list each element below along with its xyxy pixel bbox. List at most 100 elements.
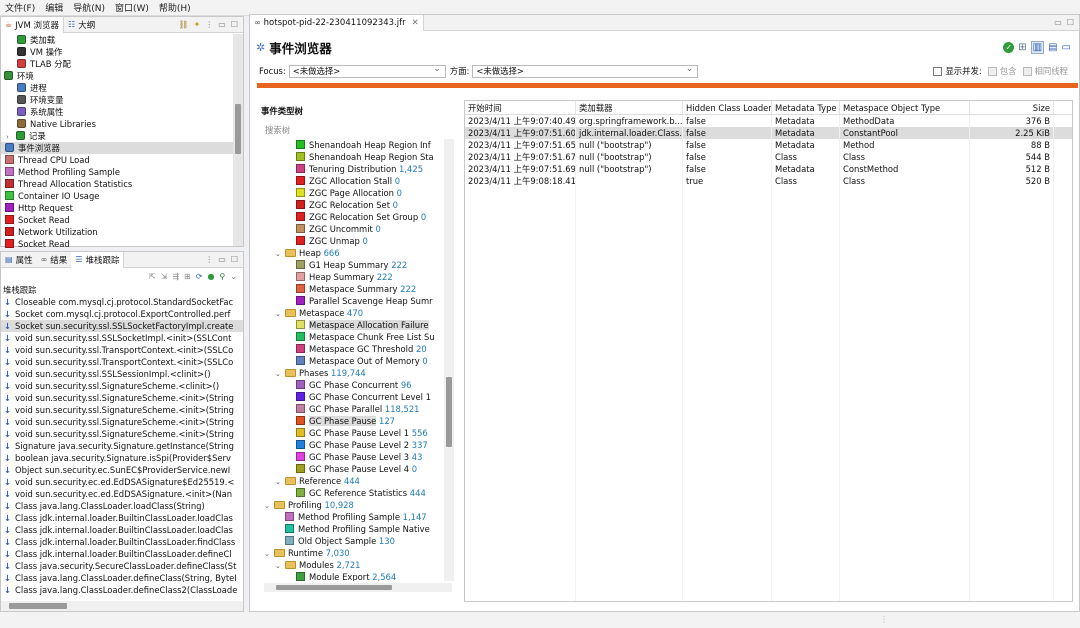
tab-jfr-file[interactable]: ∞ hotspot-pid-22-230411092343.jfr ✕: [250, 14, 424, 31]
stack-frame[interactable]: ↓ boolean java.security.Signature.isSpi(P…: [1, 452, 243, 464]
stack-frame[interactable]: ↓ void sun.security.ssl.SSLSocketImpl.<in…: [1, 332, 243, 344]
maximize-icon[interactable]: ☐: [231, 255, 238, 264]
stack-frame[interactable]: ↓ void sun.security.ssl.SignatureScheme.<…: [1, 416, 243, 428]
tree-event-type[interactable]: ZGC Relocation Set Group 0: [264, 211, 452, 223]
tree-search-input[interactable]: 搜索树: [265, 124, 450, 136]
stack-frame[interactable]: ↓ Class jdk.internal.loader.BuiltinClassL…: [1, 524, 243, 536]
table-row[interactable]: 2023/4/11 上午9:07:51.653 null ("bootstrap"…: [465, 139, 1072, 151]
jvm-tree-item[interactable]: Http Request: [1, 202, 243, 214]
tree-event-type[interactable]: GC Phase Pause Level 4 0: [264, 463, 452, 475]
jvm-tree-item[interactable]: Network Utilization: [1, 226, 243, 238]
stack-frame[interactable]: ↓ void sun.security.ssl.SignatureScheme.<…: [1, 428, 243, 440]
refresh-icon[interactable]: ⟳: [196, 272, 203, 281]
stack-frame[interactable]: ↓ void sun.security.ec.ed.EdDSASignature.…: [1, 488, 243, 500]
stack-frame[interactable]: ↓ Class jdk.internal.loader.BuiltinClassL…: [1, 548, 243, 560]
tree-event-type[interactable]: Shenandoah Heap Region Inf: [264, 139, 452, 151]
jvm-browser-scrollbar[interactable]: [233, 34, 243, 246]
stack-frame[interactable]: ↓ Class jdk.internal.loader.BuiltinClassL…: [1, 512, 243, 524]
stack-frame[interactable]: ↓ void sun.security.ssl.SignatureScheme.<…: [1, 380, 243, 392]
tree-event-type[interactable]: ZGC Page Allocation 0: [264, 187, 452, 199]
tree-event-type[interactable]: Method Profiling Sample 1,147: [264, 511, 452, 523]
tree-folder[interactable]: ⌄ Heap 666: [264, 247, 452, 259]
event-tree-hscroll-thumb[interactable]: [276, 585, 392, 590]
menu-item[interactable]: 窗口(W): [110, 1, 154, 14]
table-row[interactable]: 2023/4/11 上午9:07:51.603 jdk.internal.load…: [465, 127, 1072, 139]
tree-folder[interactable]: ⌄ Phases 119,744: [264, 367, 452, 379]
tree-event-type[interactable]: Shenandoah Heap Region Sta: [264, 151, 452, 163]
jvm-tree-item[interactable]: Socket Read: [1, 214, 243, 226]
menu-item[interactable]: 导航(N): [68, 1, 110, 14]
column-header[interactable]: 开始时间: [465, 101, 576, 114]
stack-frame[interactable]: ↓ Closeable com.mysql.cj.protocol.Standar…: [1, 296, 243, 308]
stack-frame[interactable]: ↓ void sun.security.ssl.SignatureScheme.<…: [1, 404, 243, 416]
tree-event-type[interactable]: Old Object Sample 130: [264, 535, 452, 547]
table-row[interactable]: 2023/4/11 上午9:08:18.415 true Class Class 520…: [465, 175, 1072, 187]
stack-frame[interactable]: ↓ Signature java.security.Signature.getIn…: [1, 440, 243, 452]
jvm-tree-item[interactable]: Socket Read: [1, 238, 243, 250]
check-circle-icon[interactable]: ✓: [1003, 41, 1015, 53]
tree-event-type[interactable]: GC Phase Pause Level 3 43: [264, 451, 452, 463]
jvm-tree-item[interactable]: TLAB 分配: [1, 58, 243, 70]
stack-frame[interactable]: ↓ Class java.lang.ClassLoader.loadClass(S…: [1, 500, 243, 512]
table-icon[interactable]: ▭: [1062, 42, 1071, 53]
minimize-icon[interactable]: ▭: [218, 20, 226, 29]
tree-event-type[interactable]: GC Phase Pause Level 2 337: [264, 439, 452, 451]
chevron-down-icon[interactable]: ⌄: [275, 368, 285, 379]
chevron-down-icon[interactable]: ⌄: [230, 272, 237, 281]
tree-folder[interactable]: ⌄ Metaspace 470: [264, 307, 452, 319]
jvm-tree-item[interactable]: Container IO Usage: [1, 190, 243, 202]
minimize-icon[interactable]: ▭: [218, 255, 226, 264]
tree-event-type[interactable]: Metaspace Summary 222: [264, 283, 452, 295]
menu-item[interactable]: 文件(F): [0, 1, 40, 14]
jvm-tree-item[interactable]: 环境变量: [1, 94, 243, 106]
focus-select[interactable]: <未做选择>: [288, 64, 446, 78]
aspect-select[interactable]: <未做选择>: [472, 64, 699, 78]
contains-checkbox[interactable]: [987, 66, 997, 76]
jvm-tree-item[interactable]: 系统属性: [1, 106, 243, 118]
jvm-tree-item[interactable]: › 记录: [1, 130, 243, 142]
view-menu-icon[interactable]: ⋮: [205, 20, 213, 29]
stack-frame[interactable]: ↓ void sun.security.ec.ed.EdDSASignature$…: [1, 476, 243, 488]
tree-event-type[interactable]: Metaspace Out of Memory 0: [264, 355, 452, 367]
menu-item[interactable]: 编辑: [40, 1, 68, 14]
stack-frame[interactable]: ↓ void sun.security.ssl.SSLSessionImpl.<c…: [1, 368, 243, 380]
chevron-down-icon[interactable]: ⌄: [275, 248, 285, 259]
event-tree-hscrollbar[interactable]: [264, 583, 452, 592]
stack-trace-hscrollbar[interactable]: [1, 601, 243, 611]
tab-jvm-browser[interactable]: ☕ JVM 浏览器: [1, 16, 65, 33]
chevron-down-icon[interactable]: ⌄: [264, 548, 274, 559]
chevron-down-icon[interactable]: ⌄: [275, 560, 285, 571]
column-header[interactable]: Metaspace Object Type: [840, 101, 970, 114]
tree-folder[interactable]: ⌄ Profiling 10,928: [264, 499, 452, 511]
stack-frame[interactable]: ↓ void sun.security.ssl.SignatureScheme.<…: [1, 392, 243, 404]
tree-event-type[interactable]: Metaspace Allocation Failure: [264, 319, 452, 331]
jvm-tree-item[interactable]: 进程: [1, 82, 243, 94]
stack-frame[interactable]: ↓ Object sun.security.ec.SunEC$ProviderSe…: [1, 464, 243, 476]
link-icon[interactable]: ⛓: [178, 20, 188, 29]
jvm-tree-item[interactable]: 事件浏览器: [1, 142, 243, 154]
group-icon[interactable]: ⇱: [149, 272, 156, 281]
tree-event-type[interactable]: ZGC Relocation Set 0: [264, 199, 452, 211]
stack-frame[interactable]: ↓ Socket com.mysql.cj.protocol.ExportCont…: [1, 308, 243, 320]
tree-event-type[interactable]: Tenuring Distribution 1,425: [264, 163, 452, 175]
stack-trace-hscroll-thumb[interactable]: [9, 603, 67, 609]
tree-event-type[interactable]: GC Phase Concurrent Level 1: [264, 391, 452, 403]
distinguish-icon[interactable]: ⇶: [172, 272, 179, 281]
jvm-tree-item[interactable]: Method Profiling Sample: [1, 166, 243, 178]
maximize-icon[interactable]: ☐: [231, 20, 238, 29]
tree-event-type[interactable]: Heap Summary 222: [264, 271, 452, 283]
tree-event-type[interactable]: Parallel Scavenge Heap Sumr: [264, 295, 452, 307]
chevron-right-icon[interactable]: ›: [6, 131, 16, 142]
tree-folder[interactable]: ⌄ Modules 2,721: [264, 559, 452, 571]
jvm-tree-item[interactable]: ⌄环境: [1, 70, 243, 82]
tree-event-type[interactable]: Module Export 2,564: [264, 571, 452, 581]
jvm-tree-item[interactable]: Thread CPU Load: [1, 154, 243, 166]
tree-event-type[interactable]: Metaspace GC Threshold 20: [264, 343, 452, 355]
column-header[interactable]: Metadata Type: [772, 101, 840, 114]
view-menu-icon[interactable]: ⋮: [205, 255, 213, 264]
tree-folder[interactable]: ⌄ Runtime 7,030: [264, 547, 452, 559]
same-thread-checkbox[interactable]: [1022, 66, 1032, 76]
search-icon[interactable]: ⚲: [219, 272, 225, 281]
tree-event-type[interactable]: Metaspace Chunk Free List Su: [264, 331, 452, 343]
table-row[interactable]: 2023/4/11 上午9:07:51.678 null ("bootstrap"…: [465, 151, 1072, 163]
